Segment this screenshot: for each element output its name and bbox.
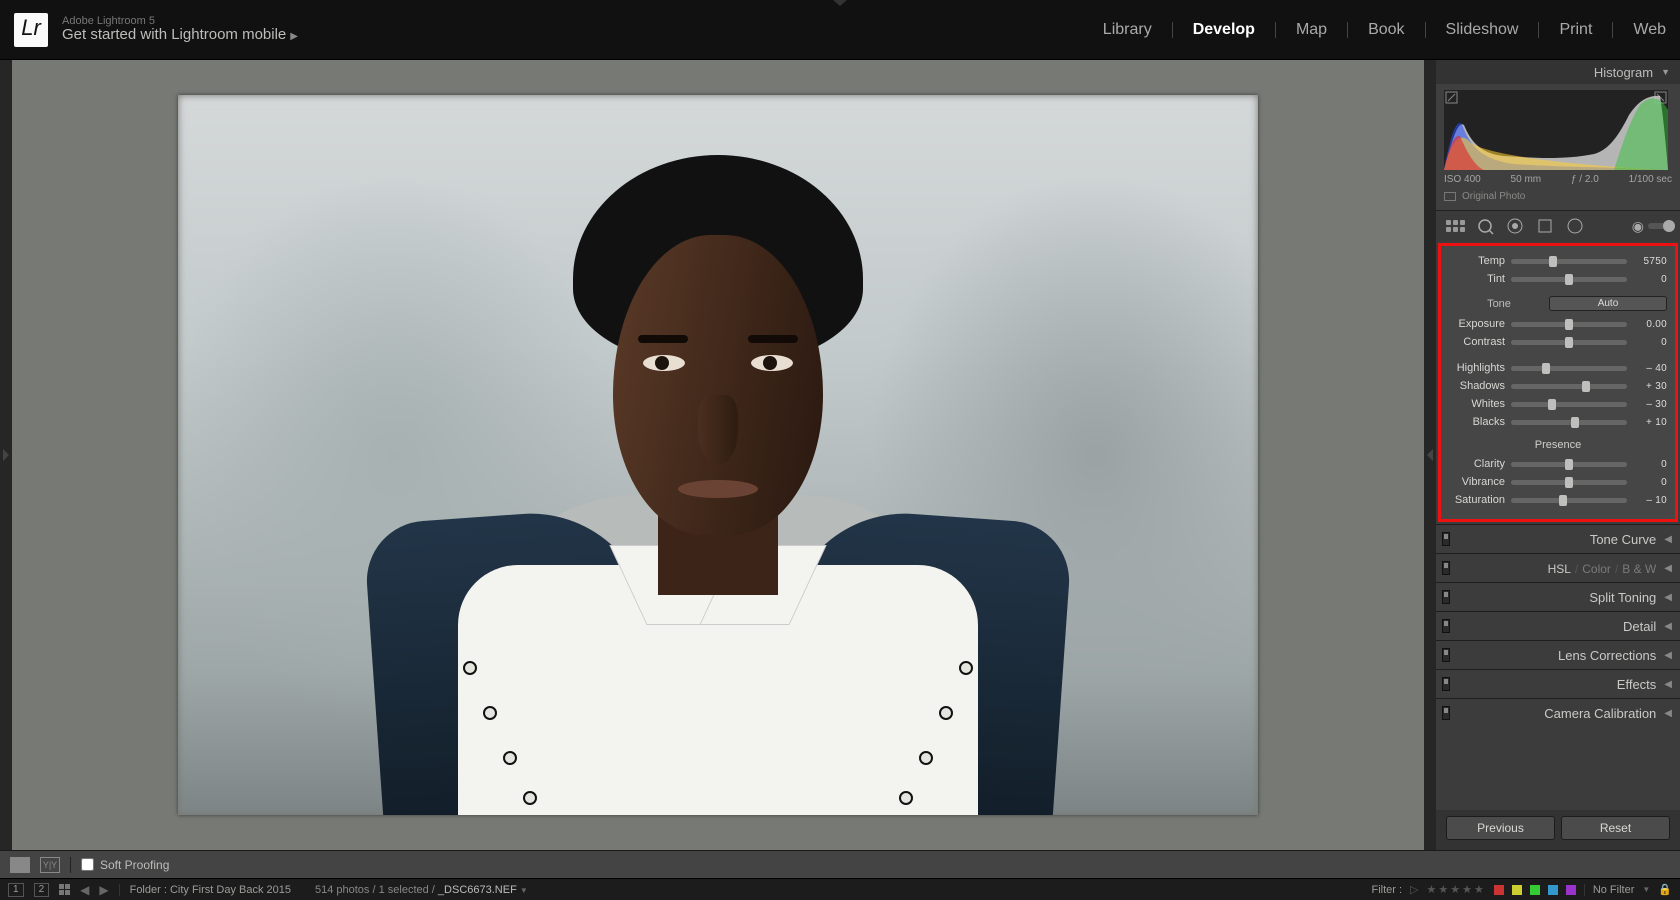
histogram-chart[interactable]: [1444, 90, 1668, 170]
reset-button[interactable]: Reset: [1561, 816, 1670, 840]
module-book[interactable]: Book: [1368, 21, 1404, 39]
module-library[interactable]: Library: [1103, 21, 1152, 39]
contrast-slider[interactable]: Contrast0: [1449, 333, 1667, 351]
status-bar: 1 2 ◀ ▶ Folder : City First Day Back 201…: [0, 878, 1680, 900]
blacks-slider[interactable]: Blacks+ 10: [1449, 413, 1667, 431]
label-yellow[interactable]: [1512, 885, 1522, 895]
histogram-header[interactable]: Histogram▼: [1436, 60, 1680, 84]
loupe-view-icon[interactable]: [10, 857, 30, 873]
monitor-1[interactable]: 1: [8, 883, 24, 897]
next-photo-icon[interactable]: ▶: [99, 883, 108, 897]
whites-slider[interactable]: Whites– 30: [1449, 395, 1667, 413]
tone-curve-panel[interactable]: Tone Curve◀: [1436, 524, 1680, 553]
gradient-tool-icon[interactable]: [1534, 215, 1556, 237]
canvas-area[interactable]: [12, 60, 1424, 850]
right-panel-collapse[interactable]: [1424, 60, 1436, 850]
clarity-slider[interactable]: Clarity0: [1449, 455, 1667, 473]
preview-image: [178, 95, 1258, 815]
promo-link[interactable]: Get started with Lightroom mobile▶: [62, 27, 298, 44]
app-logo: Lr: [14, 13, 48, 47]
module-picker: Library Develop Map Book Slideshow Print…: [1103, 21, 1666, 39]
breadcrumb-folder[interactable]: Folder : City First Day Back 2015: [130, 884, 291, 896]
saturation-slider[interactable]: Saturation– 10: [1449, 491, 1667, 509]
collapse-top-icon[interactable]: [833, 0, 847, 6]
filter-lock-icon[interactable]: 🔒: [1658, 883, 1672, 896]
shadows-slider[interactable]: Shadows+ 30: [1449, 377, 1667, 395]
right-panel: Histogram▼ ISO 400 50 mm ƒ / 2.0 1/100 s…: [1436, 60, 1680, 850]
exposure-slider[interactable]: Exposure0.00: [1449, 315, 1667, 333]
hsl-panel[interactable]: HSL/Color/B & W◀: [1436, 553, 1680, 582]
module-web[interactable]: Web: [1633, 21, 1666, 39]
meta-focal: 50 mm: [1511, 174, 1542, 185]
radial-tool-icon[interactable]: [1564, 215, 1586, 237]
module-print[interactable]: Print: [1559, 21, 1592, 39]
filter-preset[interactable]: No Filter: [1593, 884, 1635, 896]
detail-panel[interactable]: Detail◀: [1436, 611, 1680, 640]
secondary-toolbar: Y|Y Soft Proofing: [0, 850, 1680, 878]
grid-view-icon[interactable]: [59, 884, 70, 895]
left-panel-expand[interactable]: [0, 60, 12, 850]
label-red[interactable]: [1494, 885, 1504, 895]
split-toning-panel[interactable]: Split Toning◀: [1436, 582, 1680, 611]
module-develop[interactable]: Develop: [1193, 21, 1255, 39]
redeye-tool-icon[interactable]: [1504, 215, 1526, 237]
camera-calibration-panel[interactable]: Camera Calibration◀: [1436, 698, 1680, 727]
monitor-2[interactable]: 2: [34, 883, 50, 897]
filename: _DSC6673.NEF: [438, 884, 517, 896]
highlights-slider[interactable]: Highlights– 40: [1449, 359, 1667, 377]
vibrance-slider[interactable]: Vibrance0: [1449, 473, 1667, 491]
module-map[interactable]: Map: [1296, 21, 1327, 39]
meta-shutter: 1/100 sec: [1629, 174, 1672, 185]
histogram-panel: ISO 400 50 mm ƒ / 2.0 1/100 sec Original…: [1436, 84, 1680, 210]
lens-corrections-panel[interactable]: Lens Corrections◀: [1436, 640, 1680, 669]
soft-proofing-toggle[interactable]: Soft Proofing: [81, 858, 169, 872]
crop-tool-icon[interactable]: [1444, 215, 1466, 237]
rating-filter[interactable]: ★★★★★: [1427, 883, 1486, 896]
module-slideshow[interactable]: Slideshow: [1446, 21, 1519, 39]
spot-tool-icon[interactable]: [1474, 215, 1496, 237]
meta-aperture: ƒ / 2.0: [1571, 174, 1599, 185]
tint-slider[interactable]: Tint 0: [1449, 270, 1667, 288]
develop-tool-strip: ◉: [1436, 211, 1680, 241]
label-blue[interactable]: [1548, 885, 1558, 895]
effects-panel[interactable]: Effects◀: [1436, 669, 1680, 698]
header: Lr Adobe Lightroom 5 Get started with Li…: [0, 0, 1680, 60]
previous-button[interactable]: Previous: [1446, 816, 1555, 840]
photo-count: 514 photos / 1 selected /: [315, 884, 435, 896]
tone-heading: Tone: [1449, 298, 1549, 310]
basic-panel: Temp 5750 Tint 0 ToneAuto Exposure0.00 C…: [1438, 243, 1678, 522]
before-after-icon[interactable]: Y|Y: [40, 857, 60, 873]
filter-label: Filter :: [1371, 884, 1402, 896]
before-after-toggle[interactable]: ◉: [1632, 218, 1672, 235]
temp-slider[interactable]: Temp 5750: [1449, 252, 1667, 270]
original-photo-toggle[interactable]: Original Photo: [1444, 191, 1672, 202]
prev-photo-icon[interactable]: ◀: [80, 883, 89, 897]
label-green[interactable]: [1530, 885, 1540, 895]
presence-heading: Presence: [1449, 439, 1667, 451]
auto-tone-button[interactable]: Auto: [1549, 296, 1667, 311]
meta-iso: ISO 400: [1444, 174, 1481, 185]
label-purple[interactable]: [1566, 885, 1576, 895]
